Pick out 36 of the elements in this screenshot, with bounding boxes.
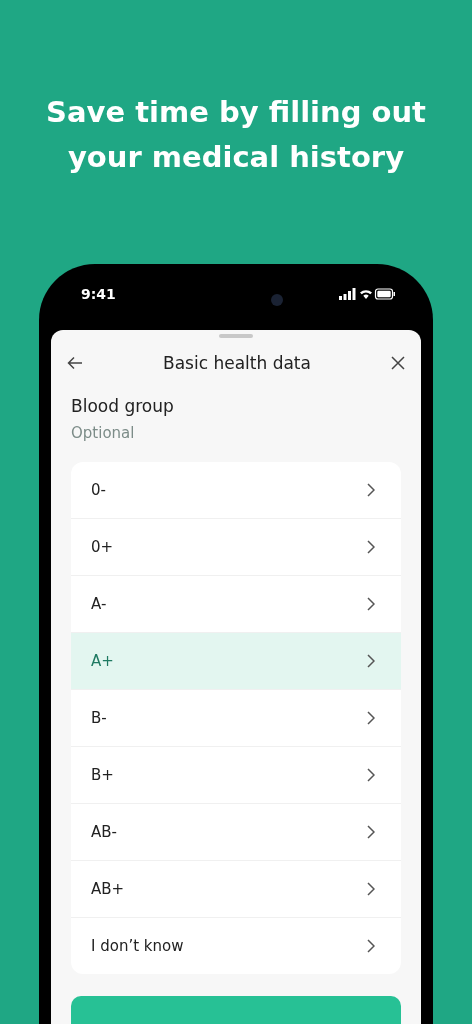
chevron-icon	[367, 825, 375, 839]
chevron-icon	[367, 597, 375, 611]
option-row[interactable]: 0+	[71, 518, 401, 575]
question-label: Blood group	[71, 396, 175, 416]
option-row[interactable]: 0-	[71, 462, 401, 518]
option-label: 0-	[91, 481, 106, 499]
close-icon	[391, 356, 405, 370]
headline: Save time by filling out your medical history	[45, 94, 427, 176]
chevron-icon	[367, 654, 375, 668]
chevron-icon	[367, 483, 375, 497]
option-label: B+	[91, 766, 114, 784]
sheet-title: Basic health data	[163, 353, 311, 373]
option-row[interactable]: I don’t know	[71, 917, 401, 974]
option-row[interactable]: B-	[71, 689, 401, 746]
signal-wifi-battery-icon	[339, 288, 395, 300]
chevron-icon	[367, 768, 375, 782]
drag-handle[interactable]	[219, 334, 253, 338]
option-label: 0+	[91, 538, 114, 556]
option-row[interactable]: B+	[71, 746, 401, 803]
option-label: A+	[91, 652, 114, 670]
status-time: 9:41	[81, 286, 116, 302]
chevron-icon	[367, 882, 375, 896]
camera-icon	[271, 294, 283, 306]
chevron-icon	[367, 540, 375, 554]
back-arrow-icon	[67, 356, 83, 370]
option-label: A-	[91, 595, 107, 613]
option-row[interactable]: AB+	[71, 860, 401, 917]
option-row[interactable]: AB-	[71, 803, 401, 860]
option-label: AB+	[91, 880, 125, 898]
option-row[interactable]: A+	[71, 632, 401, 689]
option-label: I don’t know	[91, 937, 184, 955]
hint-text: Optional	[71, 424, 136, 442]
option-label: B-	[91, 709, 107, 727]
chevron-icon	[367, 711, 375, 725]
option-label: AB-	[91, 823, 117, 841]
chevron-icon	[367, 939, 375, 953]
